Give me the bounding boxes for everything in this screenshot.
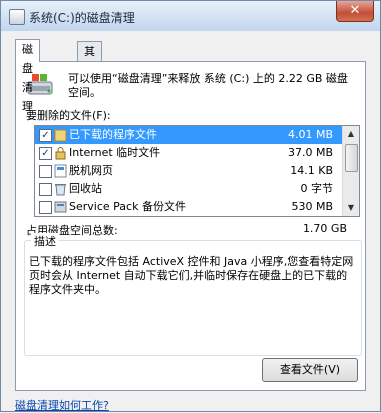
list-item[interactable]: 脱机网页 14.1 KB	[35, 162, 343, 180]
service-pack-icon	[54, 201, 67, 213]
checkbox[interactable]	[39, 183, 52, 196]
list-item[interactable]: 回收站 0 字节	[35, 180, 343, 198]
tab-panel: 可以使用“磁盘清理”来释放 系统 (C:) 上的 2.22 GB 磁盘空间。 要…	[15, 61, 366, 391]
checkbox[interactable]	[39, 201, 52, 214]
list-item-name: Service Pack 备份文件	[69, 200, 186, 213]
list-item[interactable]: ✓ Internet 临时文件 37.0 MB	[35, 144, 343, 162]
checkbox[interactable]	[39, 165, 52, 178]
lock-icon	[55, 147, 66, 160]
list-item[interactable]: Service Pack 备份文件 530 MB	[35, 198, 343, 216]
checkbox[interactable]: ✓	[39, 129, 52, 142]
description-group: 描述 已下载的程序文件包括 ActiveX 控件和 Java 小程序,您查看特定…	[24, 233, 362, 356]
drive-icon	[9, 9, 25, 25]
scroll-up-icon[interactable]: ▲	[344, 127, 358, 141]
tab-disk-cleanup[interactable]: 磁盘清理	[15, 39, 40, 113]
list-item-size: 0 字节	[300, 182, 334, 195]
description-title: 描述	[31, 233, 59, 249]
list-item-size: 530 MB	[291, 200, 333, 213]
header-description: 可以使用“磁盘清理”来释放 系统 (C:) 上的 2.22 GB 磁盘空间。	[68, 72, 348, 99]
list-item-name: Internet 临时文件	[69, 146, 161, 159]
total-space-value: 1.70 GB	[302, 222, 347, 235]
offline-page-icon	[54, 164, 67, 178]
title-bar[interactable]: 系统(C:)的磁盘清理 ✕	[1, 1, 380, 31]
disk-cleanup-window: 系统(C:)的磁盘清理 ✕ 磁盘清理 其他选项 可以使用“磁盘清理”来释放 系统…	[0, 0, 381, 412]
recycle-bin-icon	[55, 184, 66, 196]
list-item-size: 4.01 MB	[287, 128, 333, 141]
list-scrollbar[interactable]: ▲ ▼	[342, 126, 359, 216]
scroll-down-icon[interactable]: ▼	[344, 201, 358, 215]
list-item-name: 已下载的程序文件	[69, 128, 157, 141]
close-button[interactable]: ✕	[336, 1, 374, 22]
list-item-name: 脱机网页	[69, 164, 113, 177]
files-to-delete-list[interactable]: ✓ 已下载的程序文件 4.01 MB ✓ Internet 临时文件 37.0 …	[34, 125, 360, 217]
window-title: 系统(C:)的磁盘清理	[29, 11, 135, 25]
checkbox[interactable]: ✓	[39, 147, 52, 160]
help-link[interactable]: 磁盘清理如何工作?	[15, 397, 109, 413]
scroll-thumb[interactable]	[345, 144, 358, 172]
description-text: 已下载的程序文件包括 ActiveX 控件和 Java 小程序,您查看特定网页时…	[29, 255, 354, 296]
list-item-name: 回收站	[69, 182, 102, 195]
list-item[interactable]: ✓ 已下载的程序文件 4.01 MB	[35, 126, 343, 144]
list-item-size: 14.1 KB	[290, 164, 333, 177]
tab-more-options[interactable]: 其他选项	[77, 41, 102, 115]
view-files-button[interactable]: 查看文件(V)	[262, 358, 358, 382]
folder-icon	[54, 129, 67, 142]
files-to-delete-label: 要删除的文件(F):	[26, 109, 111, 122]
list-item-size: 37.0 MB	[287, 146, 333, 159]
